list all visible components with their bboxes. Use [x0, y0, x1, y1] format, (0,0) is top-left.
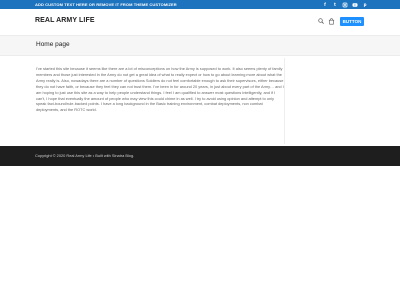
copyright-text: Copyright © 2020 Real Army Life • Built … — [35, 153, 111, 158]
copyright-suffix: . — [133, 153, 135, 158]
article: I've started this site because it seems … — [30, 58, 285, 144]
footer-copyright: Copyright © 2020 Real Army Life • Built … — [35, 153, 134, 158]
youtube-icon[interactable] — [352, 2, 358, 8]
article-text: I've started this site because it seems … — [36, 66, 284, 113]
search-icon[interactable] — [318, 18, 324, 24]
site-logo[interactable]: REAL ARMY LIFE — [35, 17, 95, 24]
page-blank-area — [0, 166, 400, 300]
page-title-bar: Home page — [0, 35, 400, 56]
header-button[interactable]: BUTTON — [340, 17, 364, 26]
page-title: Home page — [36, 41, 70, 48]
twitter-icon[interactable]: t — [332, 2, 338, 8]
cart-icon[interactable] — [328, 18, 335, 25]
theme-link[interactable]: Sinatra Blog — [112, 153, 133, 158]
main-content: I've started this site because it seems … — [0, 55, 400, 146]
top-bar: ADD CUSTOM TEXT HERE OR REMOVE IT FROM T… — [0, 0, 400, 9]
top-bar-message: ADD CUSTOM TEXT HERE OR REMOVE IT FROM T… — [35, 2, 177, 7]
pinterest-icon[interactable]: p — [362, 2, 368, 8]
instagram-icon[interactable] — [342, 2, 348, 8]
site-header: REAL ARMY LIFE BUTTON — [0, 9, 400, 35]
facebook-icon[interactable]: f — [322, 2, 328, 8]
site-footer: Copyright © 2020 Real Army Life • Built … — [0, 146, 400, 166]
